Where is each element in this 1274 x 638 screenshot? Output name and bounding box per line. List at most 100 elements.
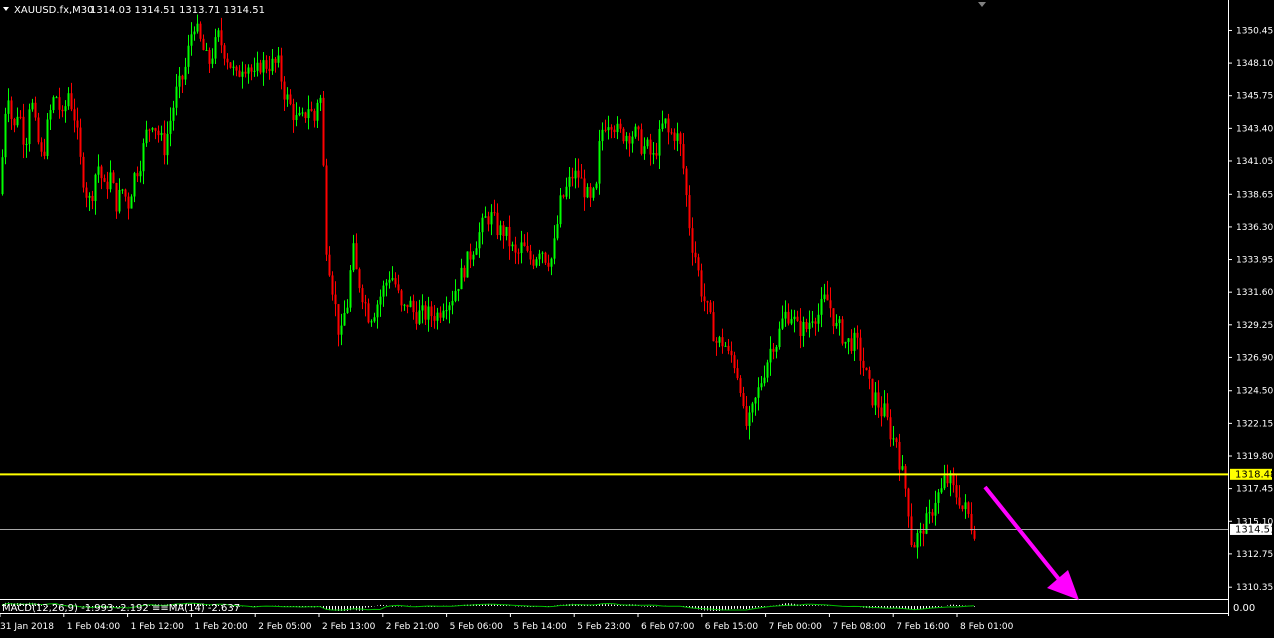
candle-bear <box>313 110 316 121</box>
candle-bear <box>721 337 724 347</box>
candle-bull <box>817 314 820 324</box>
candle-bull <box>538 253 541 260</box>
candle-bear <box>580 177 583 179</box>
time-axis-label: 7 Feb 08:00 <box>832 622 886 632</box>
candle-bull <box>568 176 571 187</box>
candle-bull <box>442 310 445 318</box>
candle-bull <box>784 311 787 319</box>
candle-bull <box>16 116 19 126</box>
candle-bull <box>88 195 91 198</box>
candle-bear <box>910 516 913 545</box>
candle-bear <box>715 341 718 343</box>
candle-bull <box>211 58 214 64</box>
candle-bear <box>106 181 109 190</box>
candle-bull <box>460 267 463 290</box>
candle-bear <box>22 116 25 145</box>
time-axis-label: 7 Feb 16:00 <box>896 622 950 632</box>
candle-bull <box>391 278 394 280</box>
candle-bear <box>742 393 745 407</box>
candle-bull <box>214 37 217 59</box>
candle-bear <box>163 132 166 156</box>
price-axis-label: 1326.90 <box>1236 353 1273 363</box>
price-axis-label: 1312.75 <box>1236 550 1273 560</box>
candle-bear <box>19 116 22 118</box>
candle-bull <box>349 270 352 308</box>
candle-bear <box>322 97 325 166</box>
candle-bear <box>622 128 625 142</box>
candle-bear <box>832 308 835 327</box>
candle-bull <box>790 319 793 324</box>
candle-bull <box>748 412 751 426</box>
candle-bear <box>673 132 676 141</box>
candle-bear <box>325 165 328 255</box>
candle-bear <box>712 312 715 342</box>
candle-bear <box>619 123 622 129</box>
candle-bull <box>145 129 148 144</box>
candle-bull <box>844 341 847 344</box>
candle-bear <box>439 312 442 318</box>
candle-bear <box>589 186 592 198</box>
candle-bear <box>856 332 859 338</box>
candle-bull <box>943 475 946 489</box>
candle-bull <box>676 133 679 141</box>
candle-bull <box>49 110 52 120</box>
price-axis-label: 1336.30 <box>1236 223 1273 233</box>
candle-bear <box>841 319 844 344</box>
time-axis-label: 5 Feb 06:00 <box>450 622 504 632</box>
candle-bear <box>229 62 232 68</box>
price-axis-label: 1319.80 <box>1236 452 1273 462</box>
candle-bull <box>445 310 448 312</box>
candle-bull <box>160 132 163 136</box>
candle-bull <box>718 337 721 343</box>
candle-bear <box>220 30 223 46</box>
candle-bear <box>235 66 238 71</box>
candle-bull <box>658 129 661 156</box>
candle-bull <box>94 174 97 201</box>
macd-scale-label: 0.00 <box>1233 603 1255 614</box>
candle-bear <box>733 355 736 369</box>
candle-bear <box>829 300 832 309</box>
candle-bear <box>514 244 517 253</box>
candle-bear <box>115 183 118 212</box>
price-axis-label: 1345.75 <box>1236 92 1273 102</box>
candle-bear <box>58 97 61 110</box>
price-chart[interactable]: 1318.48 1314.51 1350.451348.101345.75134… <box>0 0 1274 638</box>
candle-bear <box>13 118 16 126</box>
candle-bull <box>25 144 28 146</box>
candle-bull <box>847 338 850 342</box>
candle-bear <box>727 345 730 351</box>
candle-bull <box>490 212 493 225</box>
candle-bull <box>607 127 610 131</box>
price-axis-label: 1350.45 <box>1236 26 1273 36</box>
ohlc-values: 1314.03 1314.51 1313.71 1314.51 <box>90 5 265 16</box>
candle-bear <box>913 544 916 548</box>
time-axis-label: 1 Feb 04:00 <box>67 622 121 632</box>
candle-bear <box>433 316 436 321</box>
candle-bull <box>823 294 826 299</box>
candle-bull <box>151 128 154 130</box>
candle-bear <box>877 392 880 408</box>
candle-bear <box>730 350 733 356</box>
candle-bear <box>799 320 802 336</box>
candle-bull <box>286 94 289 100</box>
candle-bear <box>265 60 268 69</box>
candle-bull <box>883 403 886 417</box>
candle-bull <box>553 238 556 259</box>
candle-bear <box>154 128 157 131</box>
candle-bear <box>508 226 511 247</box>
candle-bull <box>484 216 487 218</box>
candle-bear <box>649 139 652 155</box>
candle-bull <box>541 252 544 254</box>
candle-bull <box>121 189 124 191</box>
candle-bull <box>454 290 457 301</box>
candle-bull <box>139 171 142 177</box>
candle-bear <box>955 485 958 498</box>
candle-bull <box>901 466 904 470</box>
candle-bear <box>805 321 808 330</box>
candle-bear <box>547 262 550 267</box>
candle-bear <box>826 294 829 301</box>
candle-bull <box>298 112 301 116</box>
candle-bear <box>250 67 253 72</box>
candle-bear <box>637 126 640 130</box>
price-axis-label: 1322.15 <box>1236 419 1273 429</box>
